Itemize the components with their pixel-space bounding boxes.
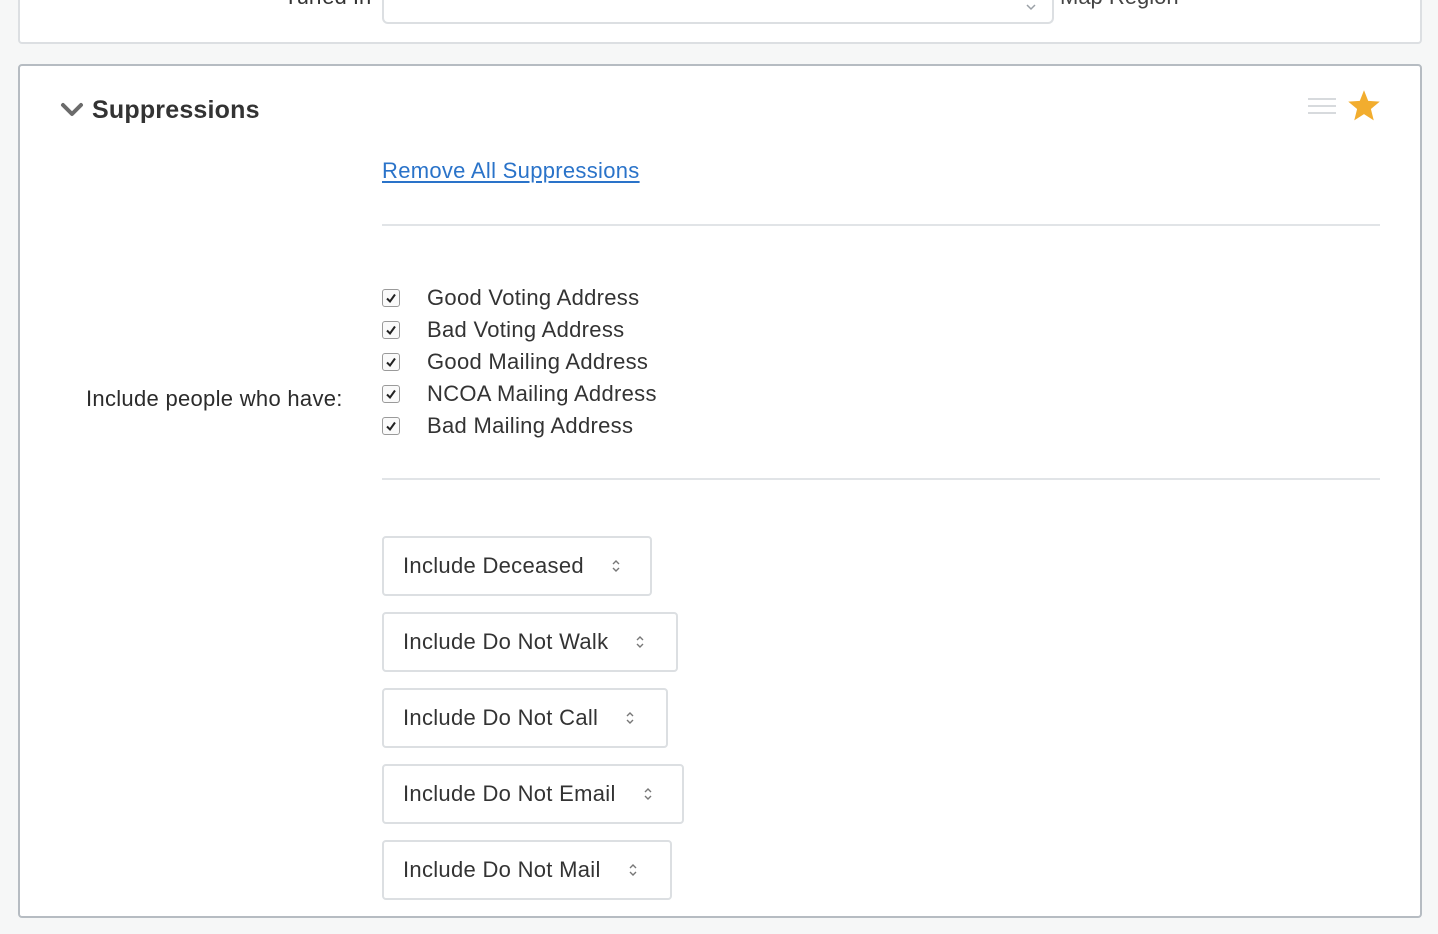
checkbox-row-bad-mailing[interactable]: Bad Mailing Address — [382, 410, 657, 442]
checkbox-row-good-voting[interactable]: Good Voting Address — [382, 282, 657, 314]
updown-arrows-icon — [636, 636, 644, 648]
checkmark-icon — [386, 389, 396, 400]
checkbox-row-bad-voting[interactable]: Bad Voting Address — [382, 314, 657, 346]
star-icon[interactable] — [1346, 88, 1382, 124]
checkbox-row-good-mailing[interactable]: Good Mailing Address — [382, 346, 657, 378]
select-value: Include Do Not Mail — [403, 857, 601, 882]
panel-title: Suppressions — [92, 95, 260, 124]
do-not-call-select[interactable]: Include Do Not Call — [382, 688, 668, 748]
checkbox-label: Bad Mailing Address — [427, 413, 634, 438]
map-region-label: Map Region — [1060, 0, 1179, 8]
select-value: Include Do Not Call — [403, 705, 599, 730]
divider — [382, 224, 1380, 226]
include-people-label: Include people who have: — [86, 386, 343, 411]
checkmark-icon — [386, 293, 396, 304]
deceased-select[interactable]: Include Deceased — [382, 536, 652, 596]
remove-all-suppressions-link[interactable]: Remove All Suppressions — [382, 158, 640, 184]
checkbox-label: NCOA Mailing Address — [427, 381, 657, 406]
drag-handle-icon[interactable] — [1308, 98, 1336, 116]
do-not-mail-select[interactable]: Include Do Not Mail — [382, 840, 672, 900]
checkbox[interactable] — [382, 417, 400, 435]
checkmark-icon — [386, 421, 396, 432]
select-value: Include Deceased — [403, 553, 584, 578]
updown-arrows-icon — [612, 560, 620, 572]
select-value: Include Do Not Walk — [403, 629, 609, 654]
checkbox-label: Good Voting Address — [427, 285, 640, 310]
turfed-in-select[interactable] — [382, 0, 1054, 24]
updown-arrows-icon — [644, 788, 652, 800]
chevron-down-icon[interactable] — [60, 101, 84, 119]
checkbox-label: Bad Voting Address — [427, 317, 625, 342]
suppressions-panel: Suppressions Remove All Suppressions Inc… — [18, 64, 1422, 918]
checkmark-icon — [386, 357, 396, 368]
address-checkbox-list: Good Voting Address Bad Voting Address G… — [382, 282, 657, 442]
checkbox-label: Good Mailing Address — [427, 349, 649, 374]
turfed-in-label: Turfed In — [284, 0, 371, 8]
suppressions-header[interactable]: Suppressions — [60, 92, 260, 128]
do-not-walk-select[interactable]: Include Do Not Walk — [382, 612, 678, 672]
previous-panel: Turfed In Map Region — [18, 0, 1422, 44]
updown-arrows-icon — [629, 864, 637, 876]
checkmark-icon — [386, 325, 396, 336]
do-not-email-select[interactable]: Include Do Not Email — [382, 764, 684, 824]
updown-arrows-icon — [626, 712, 634, 724]
checkbox[interactable] — [382, 289, 400, 307]
chevron-down-icon — [1026, 4, 1036, 11]
checkbox[interactable] — [382, 353, 400, 371]
select-value: Include Do Not Email — [403, 781, 616, 806]
checkbox[interactable] — [382, 321, 400, 339]
checkbox-row-ncoa-mailing[interactable]: NCOA Mailing Address — [382, 378, 657, 410]
suppression-select-list: Include Deceased Include Do Not Walk Inc… — [382, 536, 684, 916]
checkbox[interactable] — [382, 385, 400, 403]
divider — [382, 478, 1380, 480]
